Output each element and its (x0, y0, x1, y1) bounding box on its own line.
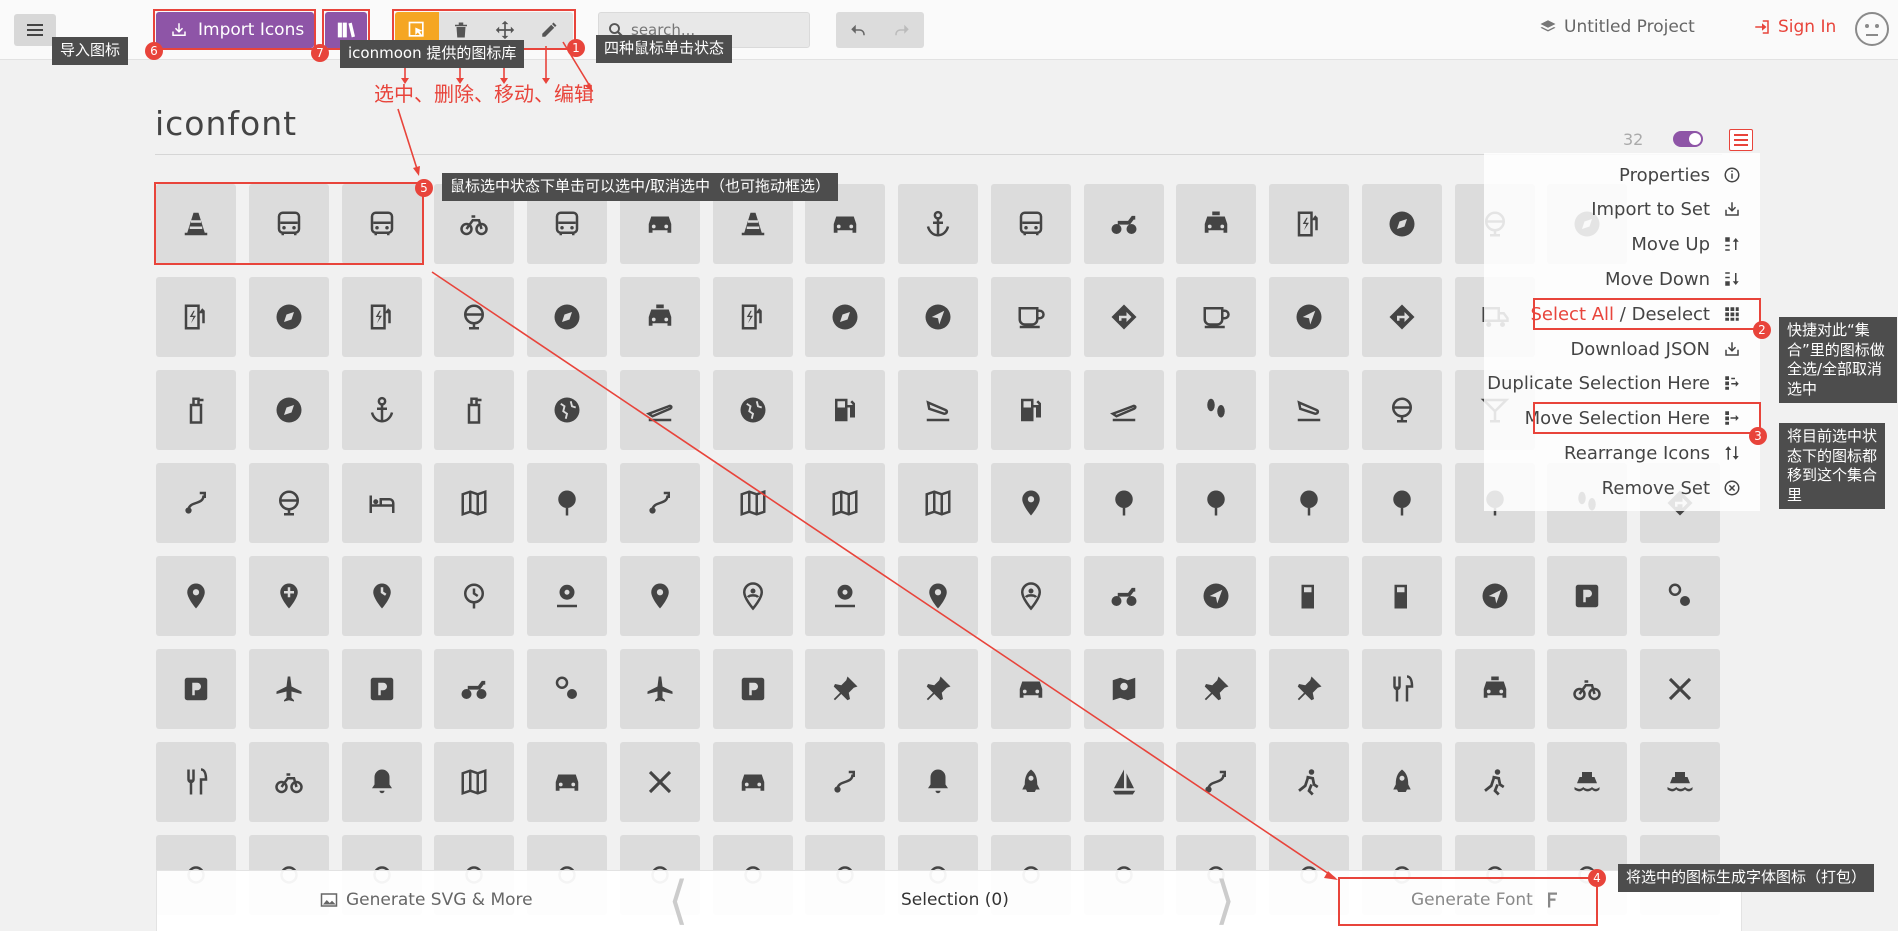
annotation-box-select-all (1533, 298, 1761, 330)
tip-import: 导入图标 (52, 37, 129, 65)
tip-generate-font: 将选中的图标生成字体图标（打包） (1618, 864, 1875, 892)
badge-3: 3 (1749, 427, 1767, 445)
badge-2: 2 (1753, 321, 1771, 339)
annotation-box-import (153, 9, 316, 50)
annotation-box-move-selection (1533, 402, 1761, 434)
annotation-arrows (397, 41, 1338, 880)
badge-1: 1 (567, 39, 585, 57)
annotation-box-generate-font (1338, 877, 1598, 926)
badge-7: 7 (311, 44, 329, 62)
tip-modes: 四种鼠标单击状态 (596, 35, 733, 63)
badge-5: 5 (415, 179, 433, 197)
badge-4: 4 (1588, 869, 1606, 887)
badge-6: 6 (145, 42, 163, 60)
tip-select-all: 快捷对此“集合”里的图标做 全选/全部取消选中 (1779, 317, 1897, 403)
tip-move-selection: 将目前选中状态下的图标都移到这个集合里 (1779, 423, 1885, 509)
tip-select: 鼠标选中状态下单击可以选中/取消选中（也可拖动框选） (442, 173, 839, 201)
annotation-box-selection (154, 182, 424, 265)
tip-library: iconmoon 提供的图标库 (340, 40, 525, 68)
modes-caption: 选中、删除、移动、编辑 (374, 82, 594, 106)
